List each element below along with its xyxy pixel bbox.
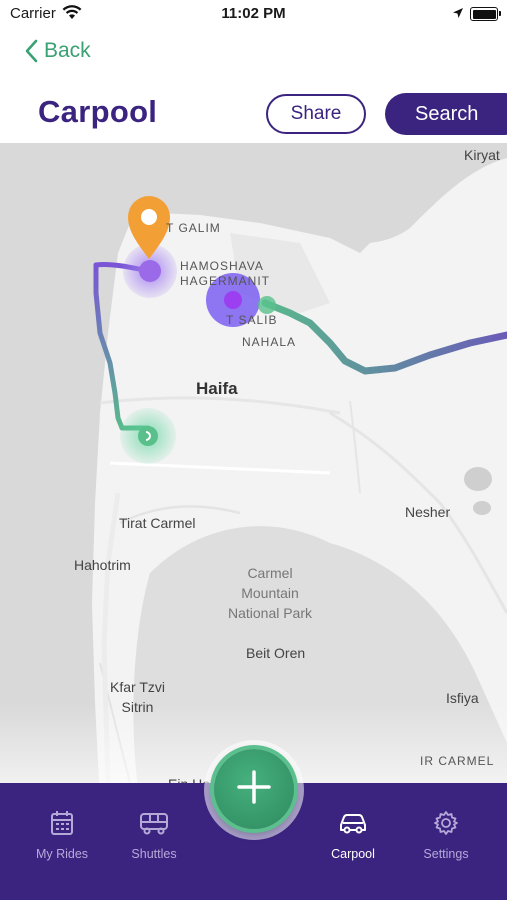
map-label: HAMOSHAVA bbox=[180, 259, 264, 273]
tab-shuttles[interactable]: Shuttles bbox=[122, 783, 186, 900]
map-markers bbox=[120, 196, 276, 464]
map-label: Kfar Tzvi Sitrin bbox=[110, 679, 165, 715]
back-label: Back bbox=[44, 39, 91, 62]
map-label: IR CARMEL bbox=[420, 754, 495, 768]
gear-icon bbox=[433, 809, 459, 837]
add-ride-button[interactable] bbox=[214, 749, 294, 829]
map-label: T GALIM bbox=[166, 221, 221, 235]
map-label: Kiryat bbox=[464, 147, 500, 163]
tab-label: Settings bbox=[423, 847, 469, 861]
map-label: Hahotrim bbox=[74, 557, 131, 573]
map-label: HAGERMANIT bbox=[180, 274, 271, 288]
calendar-icon bbox=[50, 809, 74, 837]
map-label: Beit Oren bbox=[246, 645, 306, 661]
plus-icon bbox=[235, 768, 273, 811]
map-label: Isfiya bbox=[446, 690, 479, 706]
status-bar: Carrier 11:02 PM bbox=[0, 0, 507, 28]
tab-label: Carpool bbox=[331, 847, 375, 861]
tab-label: My Rides bbox=[35, 847, 89, 861]
share-button[interactable]: Share bbox=[266, 94, 366, 134]
car-icon bbox=[338, 809, 368, 837]
status-time: 11:02 PM bbox=[221, 5, 286, 22]
chevron-left-icon bbox=[24, 39, 38, 63]
tab-settings[interactable]: Settings bbox=[414, 783, 478, 900]
map-label: T SALIB bbox=[226, 313, 278, 327]
battery-icon bbox=[470, 7, 501, 21]
map-label-park: Carmel Mountain National Park bbox=[227, 565, 313, 621]
page-title: Carpool bbox=[38, 94, 158, 129]
back-button[interactable]: Back bbox=[24, 36, 91, 66]
map-label: NAHALA bbox=[242, 335, 297, 349]
map-view[interactable]: Kiryat T GALIM HAMOSHAVA HAGERMANIT T SA… bbox=[0, 143, 507, 800]
tab-my-rides[interactable]: My Rides bbox=[28, 783, 96, 900]
map-label: Tirat Carmel bbox=[119, 515, 196, 531]
map-label: Nesher bbox=[405, 504, 451, 520]
search-button[interactable]: Search bbox=[385, 93, 507, 135]
location-arrow-icon bbox=[452, 6, 464, 23]
tab-label: Shuttles bbox=[131, 847, 177, 861]
map-label: Haifa bbox=[196, 379, 238, 398]
tab-carpool[interactable]: Carpool bbox=[320, 783, 386, 900]
bus-icon bbox=[139, 809, 169, 837]
